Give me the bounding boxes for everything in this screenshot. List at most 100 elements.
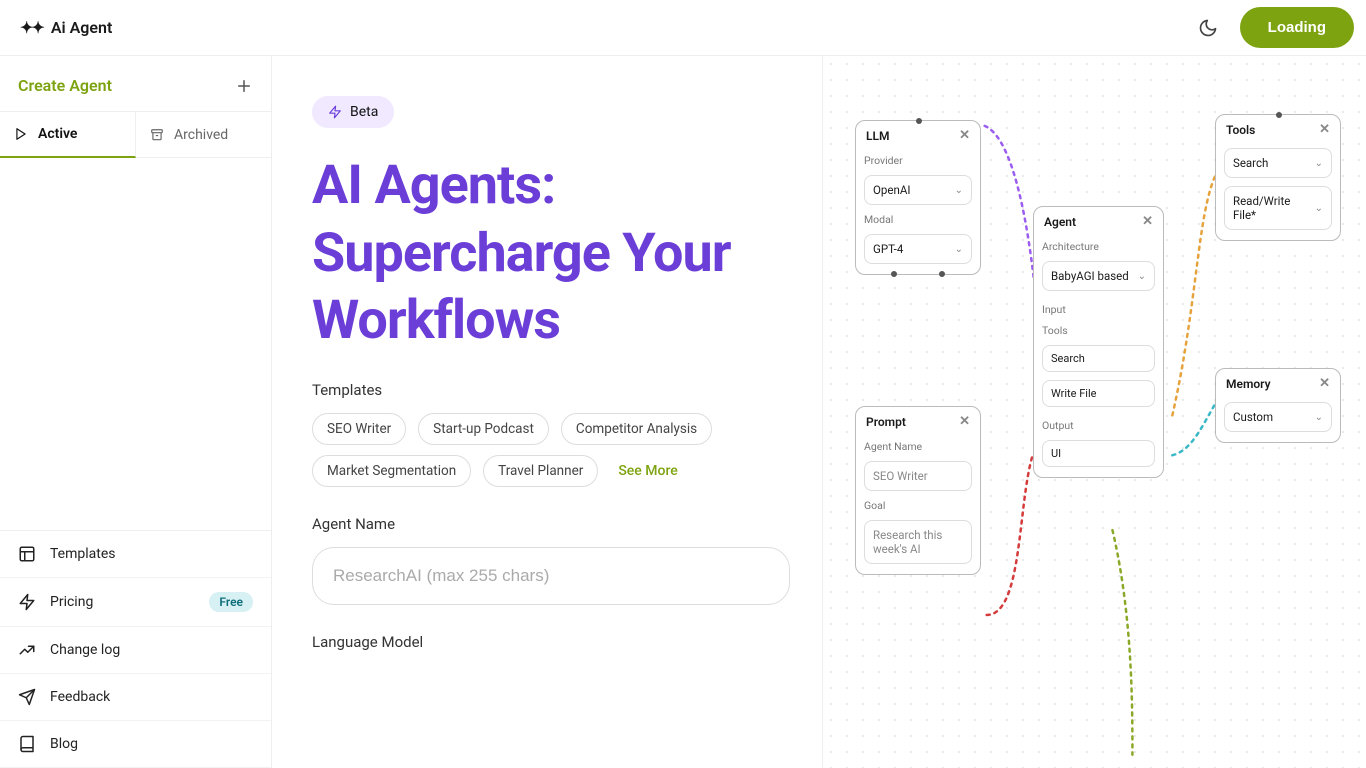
chevron-down-icon: ⌄ [1315, 203, 1323, 214]
tools-readwrite-select[interactable]: Read/Write File* ⌄ [1224, 186, 1332, 230]
close-icon[interactable]: ✕ [1319, 122, 1330, 137]
chip-startup-podcast[interactable]: Start-up Podcast [418, 413, 549, 445]
tab-archived[interactable]: Archived [136, 112, 271, 158]
beta-label: Beta [350, 104, 378, 120]
canvas[interactable]: LLM ✕ Provider OpenAI ⌄ Modal GPT-4 ⌄ [822, 56, 1366, 768]
chip-market-segmentation[interactable]: Market Segmentation [312, 455, 471, 487]
content-column: Beta AI Agents: Supercharge Your Workflo… [272, 56, 822, 768]
create-agent-row[interactable]: Create Agent [0, 56, 271, 112]
pricing-badge: Free [209, 592, 253, 612]
llm-provider-value: OpenAI [873, 183, 910, 197]
topbar: ✦✦ Ai Agent Loading [0, 0, 1366, 56]
template-chips: SEO Writer Start-up Podcast Competitor A… [312, 413, 790, 487]
agent-arch-label: Architecture [1042, 240, 1155, 253]
tools-search-value: Search [1233, 156, 1268, 170]
nav-templates[interactable]: Templates [0, 531, 271, 578]
prompt-goal-input[interactable]: Research this week's AI [864, 520, 972, 564]
sparkle-icon: ✦✦ [20, 18, 43, 37]
llm-model-select[interactable]: GPT-4 ⌄ [864, 234, 972, 264]
create-agent-plus[interactable] [235, 77, 253, 95]
sidebar-tabs: Active Archived [0, 112, 271, 158]
node-memory[interactable]: Memory ✕ Custom ⌄ [1215, 368, 1341, 443]
nav-changelog[interactable]: Change log [0, 627, 271, 674]
agent-output-value[interactable]: UI [1042, 440, 1155, 467]
prompt-agentname-input[interactable]: SEO Writer [864, 461, 972, 491]
prompt-goal-label: Goal [864, 499, 972, 512]
llm-model-value: GPT-4 [873, 242, 903, 256]
tab-archived-label: Archived [174, 127, 228, 143]
agent-tool-search[interactable]: Search [1042, 345, 1155, 372]
node-memory-title: Memory [1226, 377, 1271, 391]
trend-icon [18, 641, 36, 659]
plus-icon [235, 77, 253, 95]
nav-blog[interactable]: Blog [0, 721, 271, 768]
nav-feedback[interactable]: Feedback [0, 674, 271, 721]
tab-active[interactable]: Active [0, 112, 136, 158]
brand-text: Ai Agent [51, 18, 113, 37]
page-title: AI Agents: Supercharge Your Workflows [312, 152, 790, 355]
archive-icon [150, 128, 164, 142]
agent-tool-writefile[interactable]: Write File [1042, 380, 1155, 407]
llm-provider-label: Provider [864, 154, 972, 167]
brand: ✦✦ Ai Agent [20, 18, 112, 37]
sidebar-nav: Templates Pricing Free Change log Feedba… [0, 530, 271, 768]
nav-pricing[interactable]: Pricing Free [0, 578, 271, 627]
create-agent-label: Create Agent [18, 76, 112, 95]
agent-input-label: Input [1042, 303, 1155, 316]
bolt-icon [18, 593, 36, 611]
tools-readwrite-value: Read/Write File* [1233, 194, 1315, 222]
node-llm-title: LLM [866, 129, 889, 143]
templates-label: Templates [312, 381, 790, 399]
tab-active-label: Active [38, 126, 77, 142]
chevron-down-icon: ⌄ [955, 244, 963, 255]
node-llm[interactable]: LLM ✕ Provider OpenAI ⌄ Modal GPT-4 ⌄ [855, 120, 981, 275]
beta-pill: Beta [312, 96, 394, 128]
chevron-down-icon: ⌄ [1315, 412, 1323, 423]
agent-tools-label: Tools [1042, 324, 1155, 337]
chevron-down-icon: ⌄ [955, 185, 963, 196]
close-icon[interactable]: ✕ [1319, 376, 1330, 391]
nav-changelog-label: Change log [50, 642, 120, 658]
book-icon [18, 735, 36, 753]
nav-feedback-label: Feedback [50, 689, 110, 705]
close-icon[interactable]: ✕ [959, 414, 970, 429]
llm-model-label: Modal [864, 213, 972, 226]
tools-search-select[interactable]: Search ⌄ [1224, 148, 1332, 178]
memory-select[interactable]: Custom ⌄ [1224, 402, 1332, 432]
close-icon[interactable]: ✕ [1142, 214, 1153, 229]
node-agent[interactable]: Agent ✕ Architecture BabyAGI based ⌄ Inp… [1033, 206, 1164, 478]
theme-toggle[interactable] [1192, 12, 1224, 44]
see-more-link[interactable]: See More [618, 463, 677, 479]
sidebar: Create Agent Active Archived Templates [0, 56, 272, 768]
node-prompt-title: Prompt [866, 415, 906, 429]
node-prompt[interactable]: Prompt ✕ Agent Name SEO Writer Goal Rese… [855, 406, 981, 575]
main: Beta AI Agents: Supercharge Your Workflo… [272, 56, 1366, 768]
agent-arch-select[interactable]: BabyAGI based ⌄ [1042, 261, 1155, 291]
chip-competitor-analysis[interactable]: Competitor Analysis [561, 413, 712, 445]
chip-seo-writer[interactable]: SEO Writer [312, 413, 406, 445]
language-model-label: Language Model [312, 633, 790, 651]
send-icon [18, 688, 36, 706]
agent-output-label: Output [1042, 419, 1155, 432]
memory-value: Custom [1233, 410, 1273, 424]
chip-travel-planner[interactable]: Travel Planner [483, 455, 598, 487]
templates-icon [18, 545, 36, 563]
loading-button[interactable]: Loading [1240, 7, 1354, 48]
prompt-agentname-label: Agent Name [864, 440, 972, 453]
chevron-down-icon: ⌄ [1315, 158, 1323, 169]
close-icon[interactable]: ✕ [959, 128, 970, 143]
node-tools[interactable]: Tools ✕ Search ⌄ Read/Write File* ⌄ [1215, 114, 1341, 241]
play-icon [14, 127, 28, 141]
agent-arch-value: BabyAGI based [1051, 269, 1129, 283]
node-agent-title: Agent [1044, 215, 1076, 229]
nav-pricing-label: Pricing [50, 594, 93, 610]
agent-name-input[interactable] [312, 547, 790, 605]
llm-provider-select[interactable]: OpenAI ⌄ [864, 175, 972, 205]
bolt-icon [328, 105, 342, 119]
nav-blog-label: Blog [50, 736, 78, 752]
nav-templates-label: Templates [50, 546, 116, 562]
chevron-down-icon: ⌄ [1138, 271, 1146, 282]
node-tools-title: Tools [1226, 123, 1255, 137]
agent-name-label: Agent Name [312, 515, 790, 533]
moon-icon [1198, 18, 1218, 38]
